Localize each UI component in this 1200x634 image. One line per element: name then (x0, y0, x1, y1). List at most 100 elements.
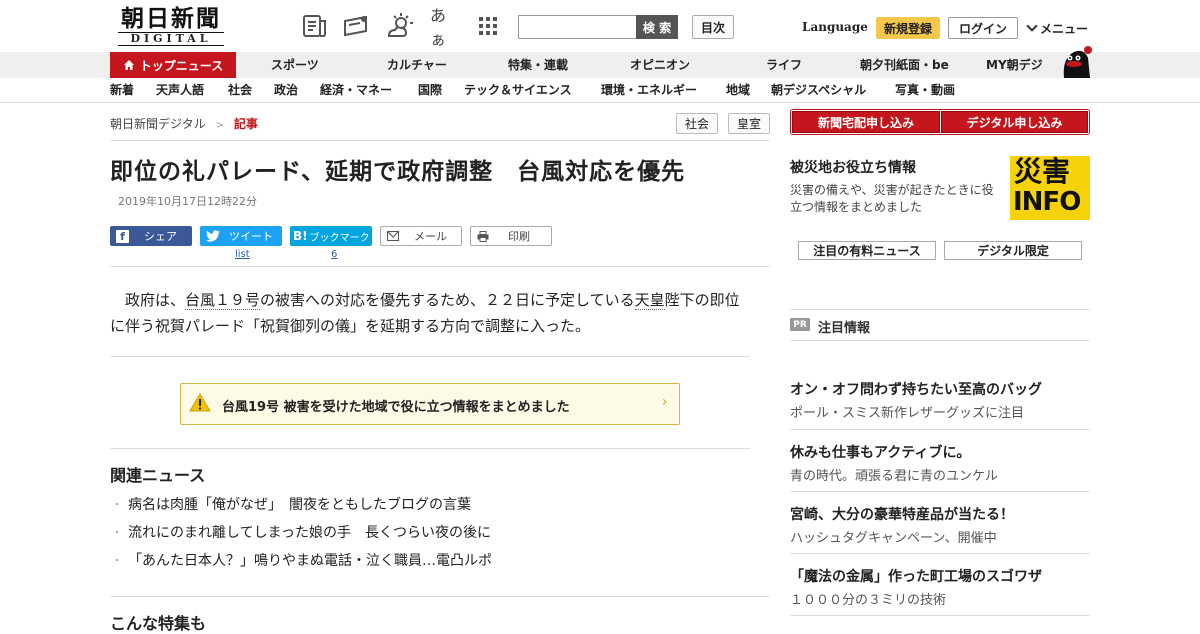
subscribe-paper-button[interactable]: 新聞宅配申し込み (792, 111, 940, 133)
hatena-icon: B! (293, 229, 308, 243)
breadcrumb-home[interactable]: 朝日新聞デジタル (110, 117, 206, 131)
nav-photo-video[interactable]: 写真・動画 (895, 78, 955, 102)
tab-sports[interactable]: スポーツ (271, 52, 319, 78)
breadcrumb-separator: > (215, 120, 224, 131)
search-button[interactable]: 検 索 (636, 15, 678, 39)
paid-news-button[interactable]: 注目の有料ニュース (798, 241, 936, 260)
ad-title[interactable]: 休みも仕事もアクティブに。 (790, 442, 970, 462)
list-bullet: ・ (112, 500, 122, 511)
disaster-info-title[interactable]: 被災地お役立ち情報 (790, 157, 916, 177)
tab-paper-be[interactable]: 朝夕刊紙面・be (860, 52, 949, 78)
facebook-share-button[interactable]: f シェア (110, 226, 192, 246)
weather-icon[interactable] (386, 12, 414, 40)
register-button[interactable]: 新規登録 (876, 17, 940, 39)
print-button[interactable]: 印刷 (470, 226, 552, 246)
list-bullet: ・ (112, 528, 122, 539)
disaster-info-word: INFO (1013, 187, 1081, 217)
divider (110, 596, 770, 597)
logo-wordmark: 朝日新聞 (121, 5, 221, 32)
tab-culture[interactable]: カルチャー (387, 52, 447, 78)
mascot-icon[interactable] (1058, 44, 1094, 80)
apps-grid-icon[interactable] (474, 12, 502, 40)
mail-icon (387, 231, 399, 241)
tag-imperial[interactable]: 皇室 (728, 113, 770, 134)
divider (790, 553, 1090, 554)
tweet-label: ツイート (229, 230, 273, 243)
nav-tech-science[interactable]: テック＆サイエンス (464, 78, 572, 102)
typhoon-keyword-link[interactable]: 台風１９号 (185, 291, 261, 310)
chevron-right-icon: › (662, 394, 668, 410)
logo-digital: DIGITAL (118, 32, 224, 46)
tab-life[interactable]: ライフ (766, 52, 802, 78)
nav-special[interactable]: 朝デジスペシャル (771, 78, 866, 102)
disaster-info-kanji: 災害 (1014, 155, 1071, 188)
divider (110, 140, 770, 141)
hatena-bookmark-button[interactable]: B! ブックマーク (290, 226, 372, 246)
digital-only-button[interactable]: デジタル限定 (944, 241, 1082, 260)
print-label: 印刷 (508, 230, 530, 243)
printer-icon (477, 230, 489, 242)
nav-international[interactable]: 国際 (418, 78, 442, 102)
menu-button[interactable]: メニュー (1026, 20, 1088, 37)
disaster-info-image[interactable]: 災害 INFO (1010, 156, 1090, 220)
tab-opinion[interactable]: オピニオン (630, 52, 690, 78)
article-date: 2019年10月17日12時22分 (118, 195, 257, 208)
article-title: 即位の礼パレード、延期で政府調整 台風対応を優先 (110, 159, 686, 185)
language-link[interactable]: Language (802, 20, 868, 34)
nav-economy[interactable]: 経済・マネー (320, 78, 392, 102)
related-news-item[interactable]: 流れにのまれ離してしまった娘の手 長くつらい夜の後に (128, 522, 491, 542)
mail-button[interactable]: メール (380, 226, 462, 246)
ad-title[interactable]: オン・オフ問わず持ちたい至高のバッグ (790, 379, 1042, 399)
search-input[interactable] (518, 15, 640, 39)
article-lead: 政府は、台風１９号の被害への対応を優先するため、２２日に予定している天皇陛下の即… (110, 287, 742, 339)
twitter-icon (206, 230, 220, 242)
related-news-item[interactable]: 病名は肉腫「俺がなぜ」 闇夜をともしたブログの言葉 (128, 494, 471, 514)
ad-desc[interactable]: ポール・スミス新作レザーグッズに注目 (790, 402, 1024, 421)
tab-features[interactable]: 特集・連載 (508, 52, 568, 78)
nav-society[interactable]: 社会 (228, 78, 252, 102)
chevron-down-icon (1026, 20, 1038, 32)
divider (790, 615, 1090, 616)
hatena-count[interactable]: 6 (331, 249, 337, 260)
site-logo[interactable]: 朝日新聞 DIGITAL (112, 6, 230, 46)
tweet-button[interactable]: ツイート (200, 226, 282, 246)
nav-politics[interactable]: 政治 (274, 78, 298, 102)
tag-society[interactable]: 社会 (676, 113, 718, 134)
login-button[interactable]: ログイン (948, 17, 1018, 39)
feature-heading: こんな特集も (110, 614, 207, 633)
text-size-icon[interactable]: あぁ (430, 6, 458, 49)
divider (110, 356, 750, 357)
ad-desc[interactable]: 青の時代。頑張る君に青のユンケル (790, 465, 998, 484)
typhoon-info-text[interactable]: 台風19号 被害を受けた地域で役に立つ情報をまとめました (222, 396, 570, 415)
mail-label: メール (414, 230, 447, 243)
disaster-info-desc[interactable]: 災害の備えや、災害が起きたときに役立つ情報をまとめました (790, 182, 1004, 216)
ad-title[interactable]: 宮崎、大分の豪華特産品が当たる！ (790, 504, 1014, 524)
nav-environment[interactable]: 環境・エネルギー (601, 78, 697, 102)
nav-latest[interactable]: 新着 (110, 78, 134, 102)
toc-button[interactable]: 目次 (692, 15, 734, 39)
lead-text-2: の被害への対応を優先するため、２２日に予定している (260, 291, 635, 309)
tab-top-news[interactable]: トップニュース (110, 52, 236, 78)
warning-icon (189, 393, 211, 416)
related-news-item[interactable]: 「あんた日本人？」鳴りやまぬ電話・泣く職員…電凸ルポ (128, 550, 492, 570)
pr-badge: PR (790, 318, 810, 331)
ad-desc[interactable]: １０００分の３ミリの技術 (790, 589, 946, 608)
ad-title[interactable]: 「魔法の金属」作った町工場のスゴワザ (790, 566, 1042, 586)
tweet-list-link[interactable]: list (235, 249, 250, 260)
scrapbook-icon[interactable] (342, 12, 370, 40)
divider (790, 429, 1090, 430)
hatena-label: ブックマーク (309, 232, 370, 244)
home-icon (123, 60, 134, 70)
nav-tenseijingo[interactable]: 天声人語 (156, 78, 204, 102)
divider (110, 448, 750, 449)
ad-desc[interactable]: ハッシュタグキャンペーン、開催中 (790, 527, 997, 546)
divider (110, 266, 770, 267)
tab-my-asadigi[interactable]: MY朝デジ (986, 52, 1043, 78)
pr-section-label: 注目情報 (818, 321, 871, 336)
emperor-keyword-link[interactable]: 天皇 (634, 291, 665, 310)
newspaper-icon[interactable] (300, 12, 328, 40)
breadcrumb-current: 記事 (233, 117, 258, 131)
nav-regions[interactable]: 地域 (726, 78, 750, 102)
subscribe-digital-button[interactable]: デジタル申し込み (941, 111, 1088, 133)
facebook-icon: f (116, 229, 129, 243)
